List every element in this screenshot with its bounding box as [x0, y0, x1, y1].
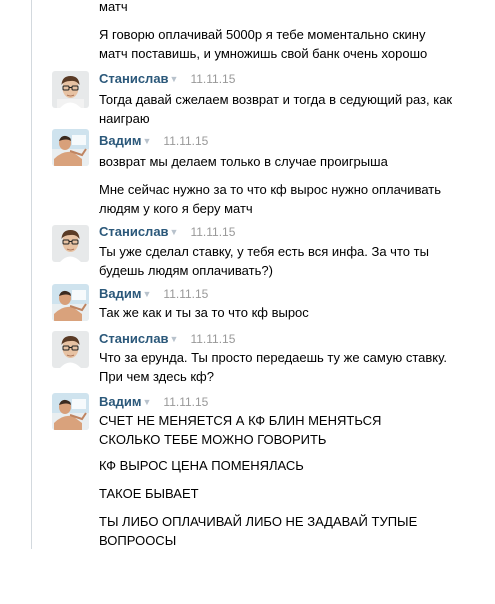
- author-name-link[interactable]: Вадим: [99, 394, 141, 409]
- message-date: 11.11.15: [163, 395, 209, 409]
- message-header: Станислав▼ 11.11.15: [99, 70, 235, 88]
- vadim-avatar[interactable]: [52, 393, 89, 430]
- message-text: КФ ВЫРОС ЦЕНА ПОМЕНЯЛАСЬ: [99, 458, 304, 473]
- message-text: матч: [99, 0, 128, 14]
- message-text: ТАКОЕ БЫВАЕТ: [99, 486, 199, 501]
- message-text: Я говорю оплачивай 5000р я тебе моментал…: [99, 27, 428, 61]
- stanislav-avatar[interactable]: [52, 225, 89, 262]
- author-name-link[interactable]: Станислав: [99, 224, 169, 239]
- message-date: 11.11.15: [163, 287, 209, 301]
- dropdown-arrow-icon[interactable]: ▼: [170, 330, 179, 348]
- message-header: Станислав▼ 11.11.15: [99, 330, 235, 348]
- author-name-link[interactable]: Вадим: [99, 133, 141, 148]
- author-name-link[interactable]: Вадим: [99, 286, 141, 301]
- author-name-link[interactable]: Станислав: [99, 71, 169, 86]
- message-text: Что за ерунда. Ты просто передаешь ту же…: [99, 350, 447, 384]
- message-text: возврат мы делаем только в случае проигр…: [99, 154, 388, 169]
- message-text: Мне сейчас нужно за то что кф вырос нужн…: [99, 182, 441, 216]
- message-header: Вадим▼ 11.11.15: [99, 285, 208, 303]
- message-header: Вадим▼ 11.11.15: [99, 393, 208, 411]
- message-date: 11.11.15: [163, 134, 209, 148]
- message-text: Ты уже сделал ставку, у тебя есть вся ин…: [99, 244, 429, 278]
- message-text: Так же как и ты за то что кф вырос: [99, 305, 309, 320]
- message-text: СЧЕТ НЕ МЕНЯЕТСЯ А КФ БЛИН МЕНЯТЬСЯ СКОЛ…: [99, 413, 382, 447]
- stanislav-avatar[interactable]: [52, 331, 89, 368]
- dropdown-arrow-icon[interactable]: ▼: [142, 132, 151, 150]
- dropdown-arrow-icon[interactable]: ▼: [142, 285, 151, 303]
- dropdown-arrow-icon[interactable]: ▼: [170, 223, 179, 241]
- message-date: 11.11.15: [190, 225, 236, 239]
- message-header: Вадим▼ 11.11.15: [99, 132, 208, 150]
- vadim-avatar[interactable]: [52, 129, 89, 166]
- message-date: 11.11.15: [190, 332, 236, 346]
- message-text: Тогда давай сжелаем возврат и тогда в се…: [99, 92, 453, 126]
- vadim-avatar[interactable]: [52, 284, 89, 321]
- message-header: Станислав▼ 11.11.15: [99, 223, 235, 241]
- dropdown-arrow-icon[interactable]: ▼: [170, 70, 179, 88]
- stanislav-avatar[interactable]: [52, 71, 89, 108]
- message-date: 11.11.15: [190, 72, 236, 86]
- dropdown-arrow-icon[interactable]: ▼: [142, 393, 151, 411]
- message-text: ТЫ ЛИБО ОПЛАЧИВАЙ ЛИБО НЕ ЗАДАВАЙ ТУПЫЕ …: [99, 514, 418, 548]
- author-name-link[interactable]: Станислав: [99, 331, 169, 346]
- thread-divider: [31, 0, 32, 549]
